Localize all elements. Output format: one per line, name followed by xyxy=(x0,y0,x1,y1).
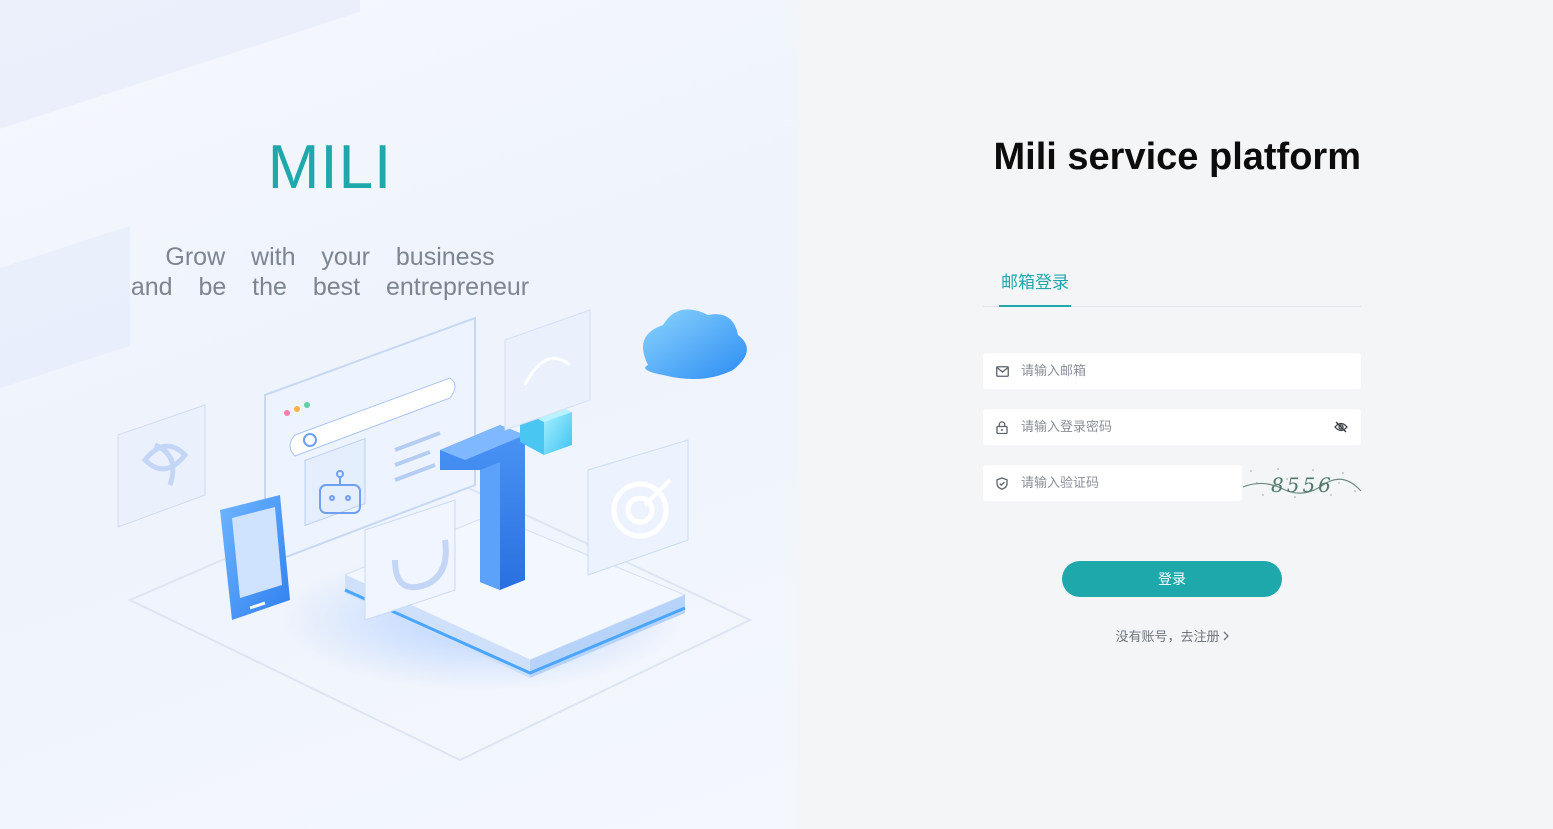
login-tabs: 邮箱登录 xyxy=(983,266,1361,307)
tagline-line-1: Grow with your business xyxy=(165,243,495,271)
register-link[interactable]: 没有账号，去注册 xyxy=(983,626,1361,645)
password-input[interactable] xyxy=(1021,409,1321,445)
active-tab-indicator xyxy=(999,305,1071,307)
login-button[interactable]: 登录 xyxy=(1062,561,1282,597)
background-shape xyxy=(0,0,360,149)
captcha-image[interactable]: 8556 xyxy=(1243,465,1361,501)
email-input[interactable] xyxy=(1021,353,1361,389)
password-field xyxy=(983,409,1361,445)
isometric-illustration xyxy=(117,309,753,762)
brand-logo-text: MILI xyxy=(267,133,393,202)
email-field xyxy=(983,353,1361,389)
shield-icon xyxy=(983,476,1021,490)
hero-panel: MILI Grow with your business and be the … xyxy=(0,0,797,829)
captcha-text: 8556 xyxy=(1271,473,1334,497)
captcha-field xyxy=(983,465,1242,501)
mail-icon xyxy=(983,365,1021,377)
tab-email-login[interactable]: 邮箱登录 xyxy=(999,266,1071,307)
lock-icon xyxy=(983,420,1021,434)
eye-off-icon[interactable] xyxy=(1321,421,1361,433)
platform-title: Mili service platform xyxy=(993,136,1361,178)
captcha-input[interactable] xyxy=(1021,465,1242,501)
register-link-text: 没有账号，去注册 xyxy=(1115,630,1220,645)
chevron-right-icon xyxy=(1223,630,1229,645)
